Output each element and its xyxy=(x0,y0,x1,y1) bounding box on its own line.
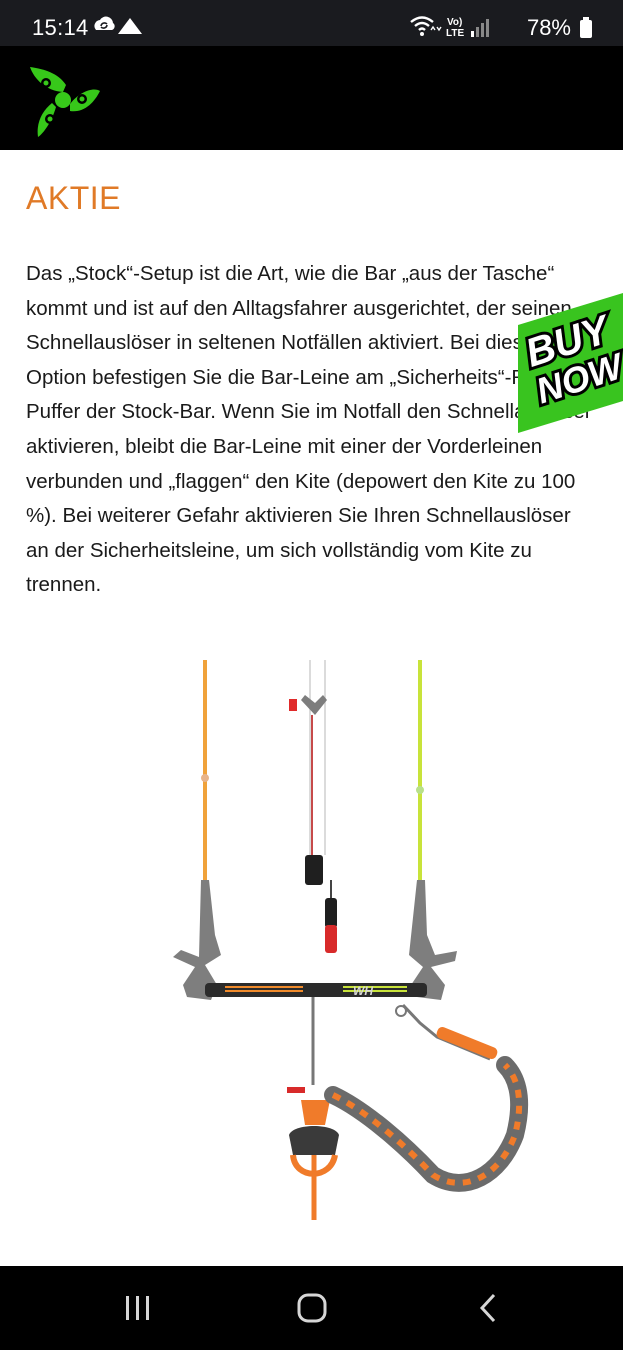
status-left-icons xyxy=(92,16,148,41)
volte-icon: Vo) LTE xyxy=(446,17,464,39)
system-navigation-bar xyxy=(0,1266,623,1350)
recents-icon[interactable] xyxy=(116,1288,160,1328)
control-bar-product-image: WH xyxy=(173,660,529,1220)
battery-icon xyxy=(580,17,592,38)
section-title: AKTIE xyxy=(26,180,121,216)
svg-text:Vo): Vo) xyxy=(447,17,462,28)
signal-icon xyxy=(471,19,489,37)
bar-logo-text: WH xyxy=(353,984,373,998)
site-header xyxy=(0,46,623,150)
status-bar: 15:14 Vo) LTE 78% xyxy=(0,0,623,46)
sync-icon xyxy=(94,16,115,30)
article-paragraph: Das „Stock“-Setup ist die Art, wie die B… xyxy=(26,262,592,597)
svg-text:LTE: LTE xyxy=(446,28,464,39)
wifi-icon xyxy=(410,16,442,36)
home-icon[interactable] xyxy=(290,1288,334,1328)
warning-triangle-icon xyxy=(118,18,142,34)
status-time: 15:14 xyxy=(32,15,89,40)
battery-percentage: 78% xyxy=(526,15,571,40)
back-icon[interactable] xyxy=(466,1288,510,1328)
triple-swirl-logo-icon[interactable] xyxy=(24,61,102,139)
buy-now-badge[interactable]: BUY NOW xyxy=(518,293,623,433)
